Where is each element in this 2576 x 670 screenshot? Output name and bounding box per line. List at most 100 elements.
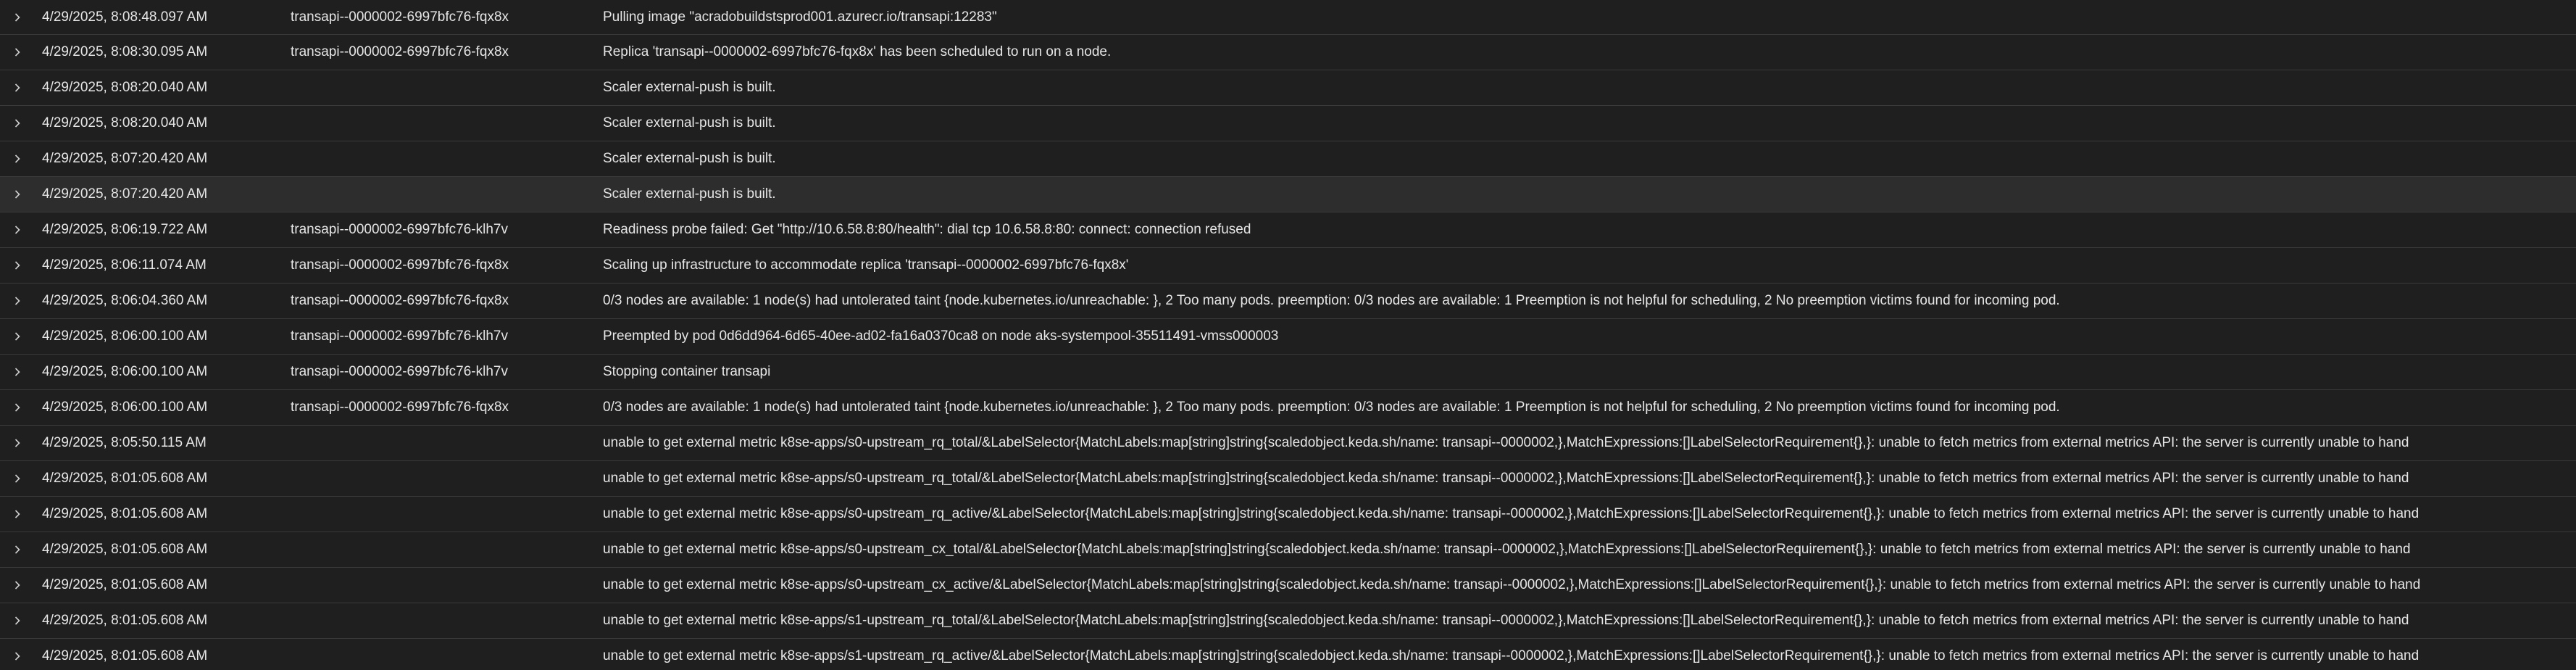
expand-row-button[interactable] <box>7 355 28 389</box>
expand-row-button[interactable] <box>7 426 28 460</box>
timestamp-cell: 4/29/2025, 8:01:05.608 AM <box>42 471 208 486</box>
chevron-right-icon <box>14 190 20 199</box>
chevron-right-icon <box>14 154 20 163</box>
log-row[interactable]: 4/29/2025, 8:01:05.608 AM unable to get … <box>0 532 2576 568</box>
expand-row-button[interactable] <box>7 177 28 212</box>
replica-name-cell <box>291 106 595 141</box>
replica-name-cell <box>291 426 595 460</box>
log-message-cell: unable to get external metric k8se-apps/… <box>603 648 2419 663</box>
chevron-right-icon <box>14 403 20 412</box>
log-message-cell: Preempted by pod 0d6dd964-6d65-40ee-ad02… <box>603 328 1279 344</box>
log-row[interactable]: 4/29/2025, 8:01:05.608 AM unable to get … <box>0 497 2576 532</box>
expand-row-button[interactable] <box>7 461 28 496</box>
chevron-right-icon <box>14 581 20 590</box>
replica-name-cell <box>291 497 595 532</box>
log-row[interactable]: 4/29/2025, 8:08:48.097 AM transapi--0000… <box>0 0 2576 35</box>
timestamp-cell: 4/29/2025, 8:08:48.097 AM <box>42 9 208 25</box>
replica-name-cell: transapi--0000002-6997bfc76-fqx8x <box>291 293 509 308</box>
timestamp-cell: 4/29/2025, 8:08:20.040 AM <box>42 80 208 95</box>
log-row[interactable]: 4/29/2025, 8:06:04.360 AM transapi--0000… <box>0 284 2576 319</box>
replica-name-cell: transapi--0000002-6997bfc76-fqx8x <box>291 257 509 273</box>
expand-row-button[interactable] <box>7 248 28 283</box>
replica-name-cell: transapi--0000002-6997bfc76-klh7v <box>291 364 508 379</box>
log-message-cell: unable to get external metric k8se-apps/… <box>603 613 2409 628</box>
log-message-cell: Scaler external-push is built. <box>603 115 776 131</box>
log-row[interactable]: 4/29/2025, 8:01:05.608 AM unable to get … <box>0 639 2576 670</box>
chevron-right-icon <box>14 48 20 57</box>
chevron-right-icon <box>14 439 20 447</box>
expand-row-button[interactable] <box>7 639 28 670</box>
timestamp-cell: 4/29/2025, 8:01:05.608 AM <box>42 542 208 557</box>
chevron-right-icon <box>14 616 20 625</box>
chevron-right-icon <box>14 261 20 270</box>
expand-row-button[interactable] <box>7 212 28 247</box>
log-message-cell: unable to get external metric k8se-apps/… <box>603 435 2409 450</box>
timestamp-cell: 4/29/2025, 8:01:05.608 AM <box>42 577 208 592</box>
timestamp-cell: 4/29/2025, 8:01:05.608 AM <box>42 506 208 521</box>
timestamp-cell: 4/29/2025, 8:05:50.115 AM <box>42 435 207 450</box>
expand-row-button[interactable] <box>7 106 28 141</box>
replica-name-cell <box>291 639 595 670</box>
timestamp-cell: 4/29/2025, 8:07:20.420 AM <box>42 151 208 166</box>
expand-row-button[interactable] <box>7 497 28 532</box>
expand-row-button[interactable] <box>7 319 28 354</box>
chevron-right-icon <box>14 83 20 92</box>
chevron-right-icon <box>14 226 20 234</box>
expand-row-button[interactable] <box>7 284 28 318</box>
chevron-right-icon <box>14 119 20 128</box>
chevron-right-icon <box>14 474 20 483</box>
log-row[interactable]: 4/29/2025, 8:08:30.095 AM transapi--0000… <box>0 35 2576 70</box>
log-row[interactable]: 4/29/2025, 8:07:20.420 AM Scaler externa… <box>0 177 2576 212</box>
replica-name-cell <box>291 461 595 496</box>
timestamp-cell: 4/29/2025, 8:06:04.360 AM <box>42 293 208 308</box>
log-message-cell: unable to get external metric k8se-apps/… <box>603 577 2421 592</box>
log-message-cell: Scaler external-push is built. <box>603 186 776 202</box>
expand-row-button[interactable] <box>7 390 28 425</box>
replica-name-cell: transapi--0000002-6997bfc76-fqx8x <box>291 400 509 415</box>
replica-name-cell: transapi--0000002-6997bfc76-klh7v <box>291 328 508 344</box>
expand-row-button[interactable] <box>7 0 28 34</box>
log-row[interactable]: 4/29/2025, 8:06:11.074 AM transapi--0000… <box>0 248 2576 284</box>
log-row[interactable]: 4/29/2025, 8:06:00.100 AM transapi--0000… <box>0 355 2576 390</box>
timestamp-cell: 4/29/2025, 8:06:19.722 AM <box>42 222 208 237</box>
chevron-right-icon <box>14 545 20 554</box>
log-table: 4/29/2025, 8:08:48.097 AM transapi--0000… <box>0 0 2576 670</box>
log-row[interactable]: 4/29/2025, 8:01:05.608 AM unable to get … <box>0 568 2576 603</box>
log-row[interactable]: 4/29/2025, 8:06:19.722 AM transapi--0000… <box>0 212 2576 248</box>
expand-row-button[interactable] <box>7 532 28 567</box>
expand-row-button[interactable] <box>7 35 28 70</box>
log-message-cell: unable to get external metric k8se-apps/… <box>603 542 2411 557</box>
log-row[interactable]: 4/29/2025, 8:01:05.608 AM unable to get … <box>0 603 2576 639</box>
timestamp-cell: 4/29/2025, 8:01:05.608 AM <box>42 648 208 663</box>
log-row[interactable]: 4/29/2025, 8:08:20.040 AM Scaler externa… <box>0 106 2576 141</box>
timestamp-cell: 4/29/2025, 8:06:00.100 AM <box>42 400 208 415</box>
log-row[interactable]: 4/29/2025, 8:06:00.100 AM transapi--0000… <box>0 390 2576 426</box>
expand-row-button[interactable] <box>7 568 28 603</box>
log-message-cell: Scaler external-push is built. <box>603 80 776 95</box>
replica-name-cell: transapi--0000002-6997bfc76-fqx8x <box>291 44 509 59</box>
log-row[interactable]: 4/29/2025, 8:01:05.608 AM unable to get … <box>0 461 2576 497</box>
log-row[interactable]: 4/29/2025, 8:06:00.100 AM transapi--0000… <box>0 319 2576 355</box>
log-message-cell: 0/3 nodes are available: 1 node(s) had u… <box>603 400 2060 415</box>
replica-name-cell <box>291 70 595 105</box>
log-message-cell: Scaler external-push is built. <box>603 151 776 166</box>
log-row[interactable]: 4/29/2025, 8:05:50.115 AM unable to get … <box>0 426 2576 461</box>
replica-name-cell <box>291 141 595 176</box>
log-message-cell: Pulling image "acradobuildstsprod001.azu… <box>603 9 997 25</box>
chevron-right-icon <box>14 652 20 661</box>
expand-row-button[interactable] <box>7 603 28 638</box>
replica-name-cell <box>291 532 595 567</box>
timestamp-cell: 4/29/2025, 8:08:20.040 AM <box>42 115 208 131</box>
log-row[interactable]: 4/29/2025, 8:07:20.420 AM Scaler externa… <box>0 141 2576 177</box>
timestamp-cell: 4/29/2025, 8:06:00.100 AM <box>42 364 208 379</box>
chevron-right-icon <box>14 332 20 341</box>
replica-name-cell <box>291 177 595 212</box>
expand-row-button[interactable] <box>7 141 28 176</box>
replica-name-cell <box>291 568 595 603</box>
log-message-cell: unable to get external metric k8se-apps/… <box>603 506 2419 521</box>
expand-row-button[interactable] <box>7 70 28 105</box>
replica-name-cell <box>291 603 595 638</box>
log-message-cell: Replica 'transapi--0000002-6997bfc76-fqx… <box>603 44 1112 59</box>
timestamp-cell: 4/29/2025, 8:06:00.100 AM <box>42 328 208 344</box>
log-row[interactable]: 4/29/2025, 8:08:20.040 AM Scaler externa… <box>0 70 2576 106</box>
